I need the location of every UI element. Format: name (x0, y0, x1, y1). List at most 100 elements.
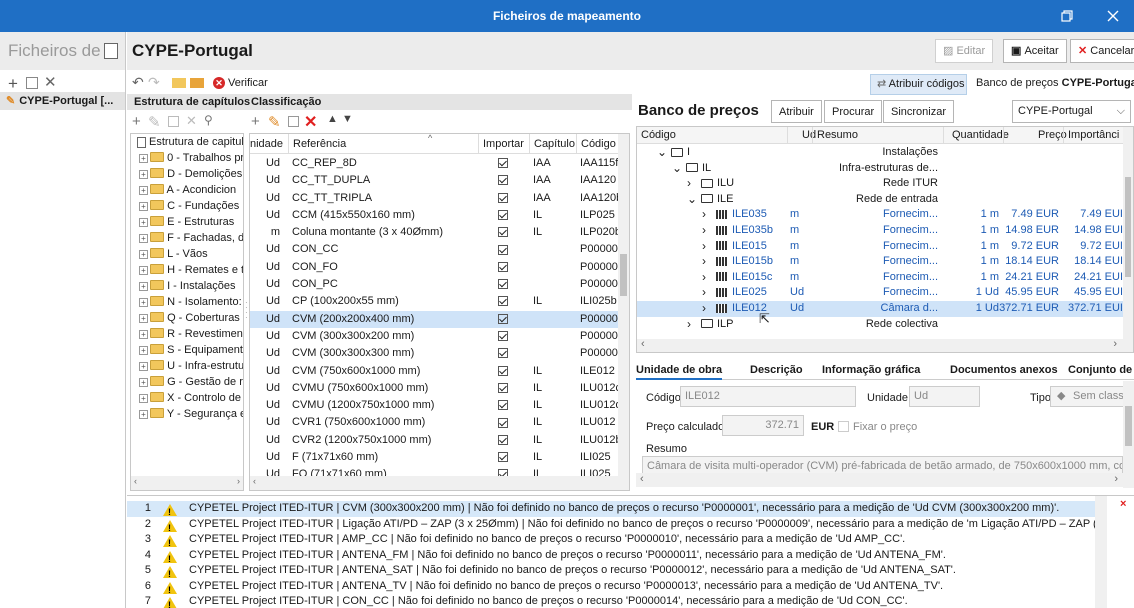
delete-file-icon[interactable]: ✕ (44, 73, 57, 91)
chapter-item[interactable]: + L - Vãos (131, 246, 243, 262)
search-chapter-icon[interactable]: ⚲ (204, 113, 213, 127)
price-item-row[interactable]: › ILE012 Ud Câmara d... 1 Ud 372.71 EUR 372.71… (637, 300, 1123, 317)
log-row[interactable]: 2 CYPETEL Project ITED-ITUR | Ligação ATI… (127, 517, 1097, 533)
expand-arrow-icon[interactable]: › (702, 254, 706, 270)
table-row[interactable]: Ud CON_CC P000001 (250, 241, 618, 258)
price-scroll-right-icon[interactable]: › (1113, 338, 1117, 350)
db-select[interactable]: CYPE-Portugal ⌵ (1012, 100, 1131, 123)
table-row[interactable]: Ud CVM (200x200x400 mm) P000000 (250, 310, 618, 328)
export-folder-icon[interactable] (190, 78, 204, 88)
tab-4[interactable]: Conjunto de con (1068, 360, 1134, 380)
import-checkbox[interactable] (498, 279, 508, 290)
log-row[interactable]: 3 CYPETEL Project ITED-ITUR | AMP_CC | Nã… (127, 532, 1097, 548)
assign-button[interactable]: Atribuir (771, 100, 822, 123)
expand-icon[interactable]: + (139, 377, 148, 387)
price-item-row[interactable]: › ILE025 Ud Fornecim... 1 Ud 45.95 EUR 45.95 E… (637, 285, 1123, 301)
expand-icon[interactable]: + (139, 281, 148, 291)
price-chapter-row[interactable]: › ILU Rede ITUR (637, 176, 1123, 192)
delete-row-icon[interactable]: ✕ (304, 112, 317, 132)
accept-button[interactable]: ▣ Aceitar (1003, 39, 1067, 63)
table-vscroll[interactable] (618, 134, 629, 476)
col-code[interactable]: Código (576, 134, 616, 154)
expand-icon[interactable]: + (139, 393, 148, 403)
tab-1[interactable]: Descrição (750, 360, 803, 380)
expand-arrow-icon[interactable]: › (687, 317, 691, 333)
price-item-row[interactable]: › ILE035b m Fornecim... 1 m 14.98 EUR 14.98 EU… (637, 223, 1123, 239)
search-button[interactable]: Procurar (824, 100, 883, 123)
assign-codes-button[interactable]: ⇄ Atribuir códigos (870, 74, 967, 95)
table-row[interactable]: Ud CP (100x200x55 mm) IL ILI025b (250, 293, 618, 310)
table-scroll-left-icon[interactable]: ‹ (253, 476, 256, 486)
price-chapter-row[interactable]: ⌄ IL Infra-estruturas de... (637, 161, 1123, 177)
expand-icon[interactable]: + (139, 169, 148, 179)
undo-icon[interactable]: ↶ (132, 74, 144, 91)
expand-arrow-icon[interactable]: › (702, 207, 706, 223)
pcol-code[interactable]: Código (641, 127, 676, 144)
scroll-left-icon[interactable]: ‹ (134, 476, 137, 486)
price-chapter-row[interactable]: ⌄ I Instalações (637, 145, 1123, 161)
table-row[interactable]: Ud CVR2 (1200x750x1000 mm) IL ILU012b (250, 432, 618, 449)
table-row[interactable]: Ud CVR1 (750x600x1000 mm) IL ILU012 (250, 414, 618, 431)
detail-scroll-left-icon[interactable]: ‹ (640, 473, 644, 485)
expand-icon[interactable]: + (139, 153, 148, 163)
expand-icon[interactable]: + (139, 217, 148, 227)
chapter-item[interactable]: + A - Acondicion (131, 182, 243, 198)
pcol-qty[interactable]: Quantidade (943, 127, 1009, 144)
import-checkbox[interactable] (498, 192, 508, 203)
expand-icon[interactable]: + (139, 313, 148, 323)
chapter-item[interactable]: + 0 - Trabalhos pr (131, 150, 243, 166)
price-item-row[interactable]: › ILE015b m Fornecim... 1 m 18.14 EUR 18.14 EU… (637, 254, 1123, 270)
col-import[interactable]: Importar (478, 134, 524, 154)
import-checkbox[interactable] (498, 296, 508, 307)
expand-icon[interactable]: + (139, 345, 148, 355)
tab-0[interactable]: Unidade de obra (636, 360, 723, 380)
import-checkbox[interactable] (498, 365, 508, 376)
col-chapter[interactable]: Capítulo (529, 134, 575, 154)
chapter-item[interactable]: + Q - Coberturas (131, 310, 243, 326)
chapter-item[interactable]: + S - Equipament (131, 342, 243, 358)
expand-icon[interactable]: + (139, 361, 148, 371)
edit-row-icon[interactable]: ✎ (268, 113, 281, 131)
expand-arrow-icon[interactable]: › (702, 223, 706, 239)
import-checkbox[interactable] (498, 382, 508, 393)
table-row[interactable]: Ud CVMU (750x600x1000 mm) IL ILU012c (250, 380, 618, 397)
table-hscroll[interactable]: ‹ (250, 476, 629, 490)
import-checkbox[interactable] (498, 175, 508, 186)
price-vscroll-thumb[interactable] (1125, 177, 1131, 277)
chapter-item[interactable]: + X - Controlo de (131, 390, 243, 406)
chapter-item[interactable]: + U - Infra-estrutu (131, 358, 243, 374)
verify-button[interactable]: Verificar (228, 77, 268, 89)
copy-chapter-icon[interactable] (168, 116, 179, 127)
import-checkbox[interactable] (498, 348, 508, 359)
tab-3[interactable]: Documentos anexos (950, 360, 1058, 380)
table-vscroll-thumb[interactable] (620, 254, 627, 296)
scroll-right-icon[interactable]: › (237, 476, 240, 486)
price-item-row[interactable]: › ILE035 m Fornecim... 1 m 7.49 EUR 7.49 EUI (637, 207, 1123, 223)
document-icon[interactable] (104, 43, 118, 59)
col-reference[interactable]: Referência (288, 134, 346, 154)
price-vscroll[interactable] (1123, 127, 1133, 340)
import-checkbox[interactable] (498, 158, 508, 169)
copy-file-icon[interactable] (26, 77, 38, 89)
expand-arrow-icon[interactable]: › (702, 239, 706, 255)
price-hscroll[interactable]: ‹ › (637, 338, 1133, 352)
sync-button[interactable]: Sincronizar (883, 100, 955, 123)
table-row[interactable]: m Coluna montante (3 x 40Ømm) IL ILP020b (250, 224, 618, 241)
import-checkbox[interactable] (498, 227, 508, 238)
chapter-item[interactable]: + F - Fachadas, di (131, 230, 243, 246)
import-checkbox[interactable] (498, 452, 508, 463)
table-row[interactable]: Ud F (71x71x60 mm) IL ILI025 (250, 449, 618, 466)
detail-vscroll-thumb[interactable] (1125, 406, 1132, 446)
add-file-button[interactable]: + (8, 74, 18, 94)
add-row-icon[interactable]: + (251, 113, 260, 130)
expand-icon[interactable]: + (139, 201, 148, 211)
close-log-icon[interactable]: × (1120, 498, 1126, 510)
chapter-item[interactable]: + H - Remates e t (131, 262, 243, 278)
chapter-item[interactable]: + D - Demolições (131, 166, 243, 182)
cancel-button[interactable]: ✕ Cancelar (1070, 39, 1134, 63)
close-window-button[interactable] (1096, 0, 1130, 32)
tab-2[interactable]: Informação gráfica (822, 360, 920, 380)
log-row[interactable]: 1 CYPETEL Project ITED-ITUR | CVM (300x30… (127, 501, 1097, 517)
chapter-item[interactable]: + E - Estruturas (131, 214, 243, 230)
expand-arrow-icon[interactable]: ⌄ (672, 161, 682, 177)
